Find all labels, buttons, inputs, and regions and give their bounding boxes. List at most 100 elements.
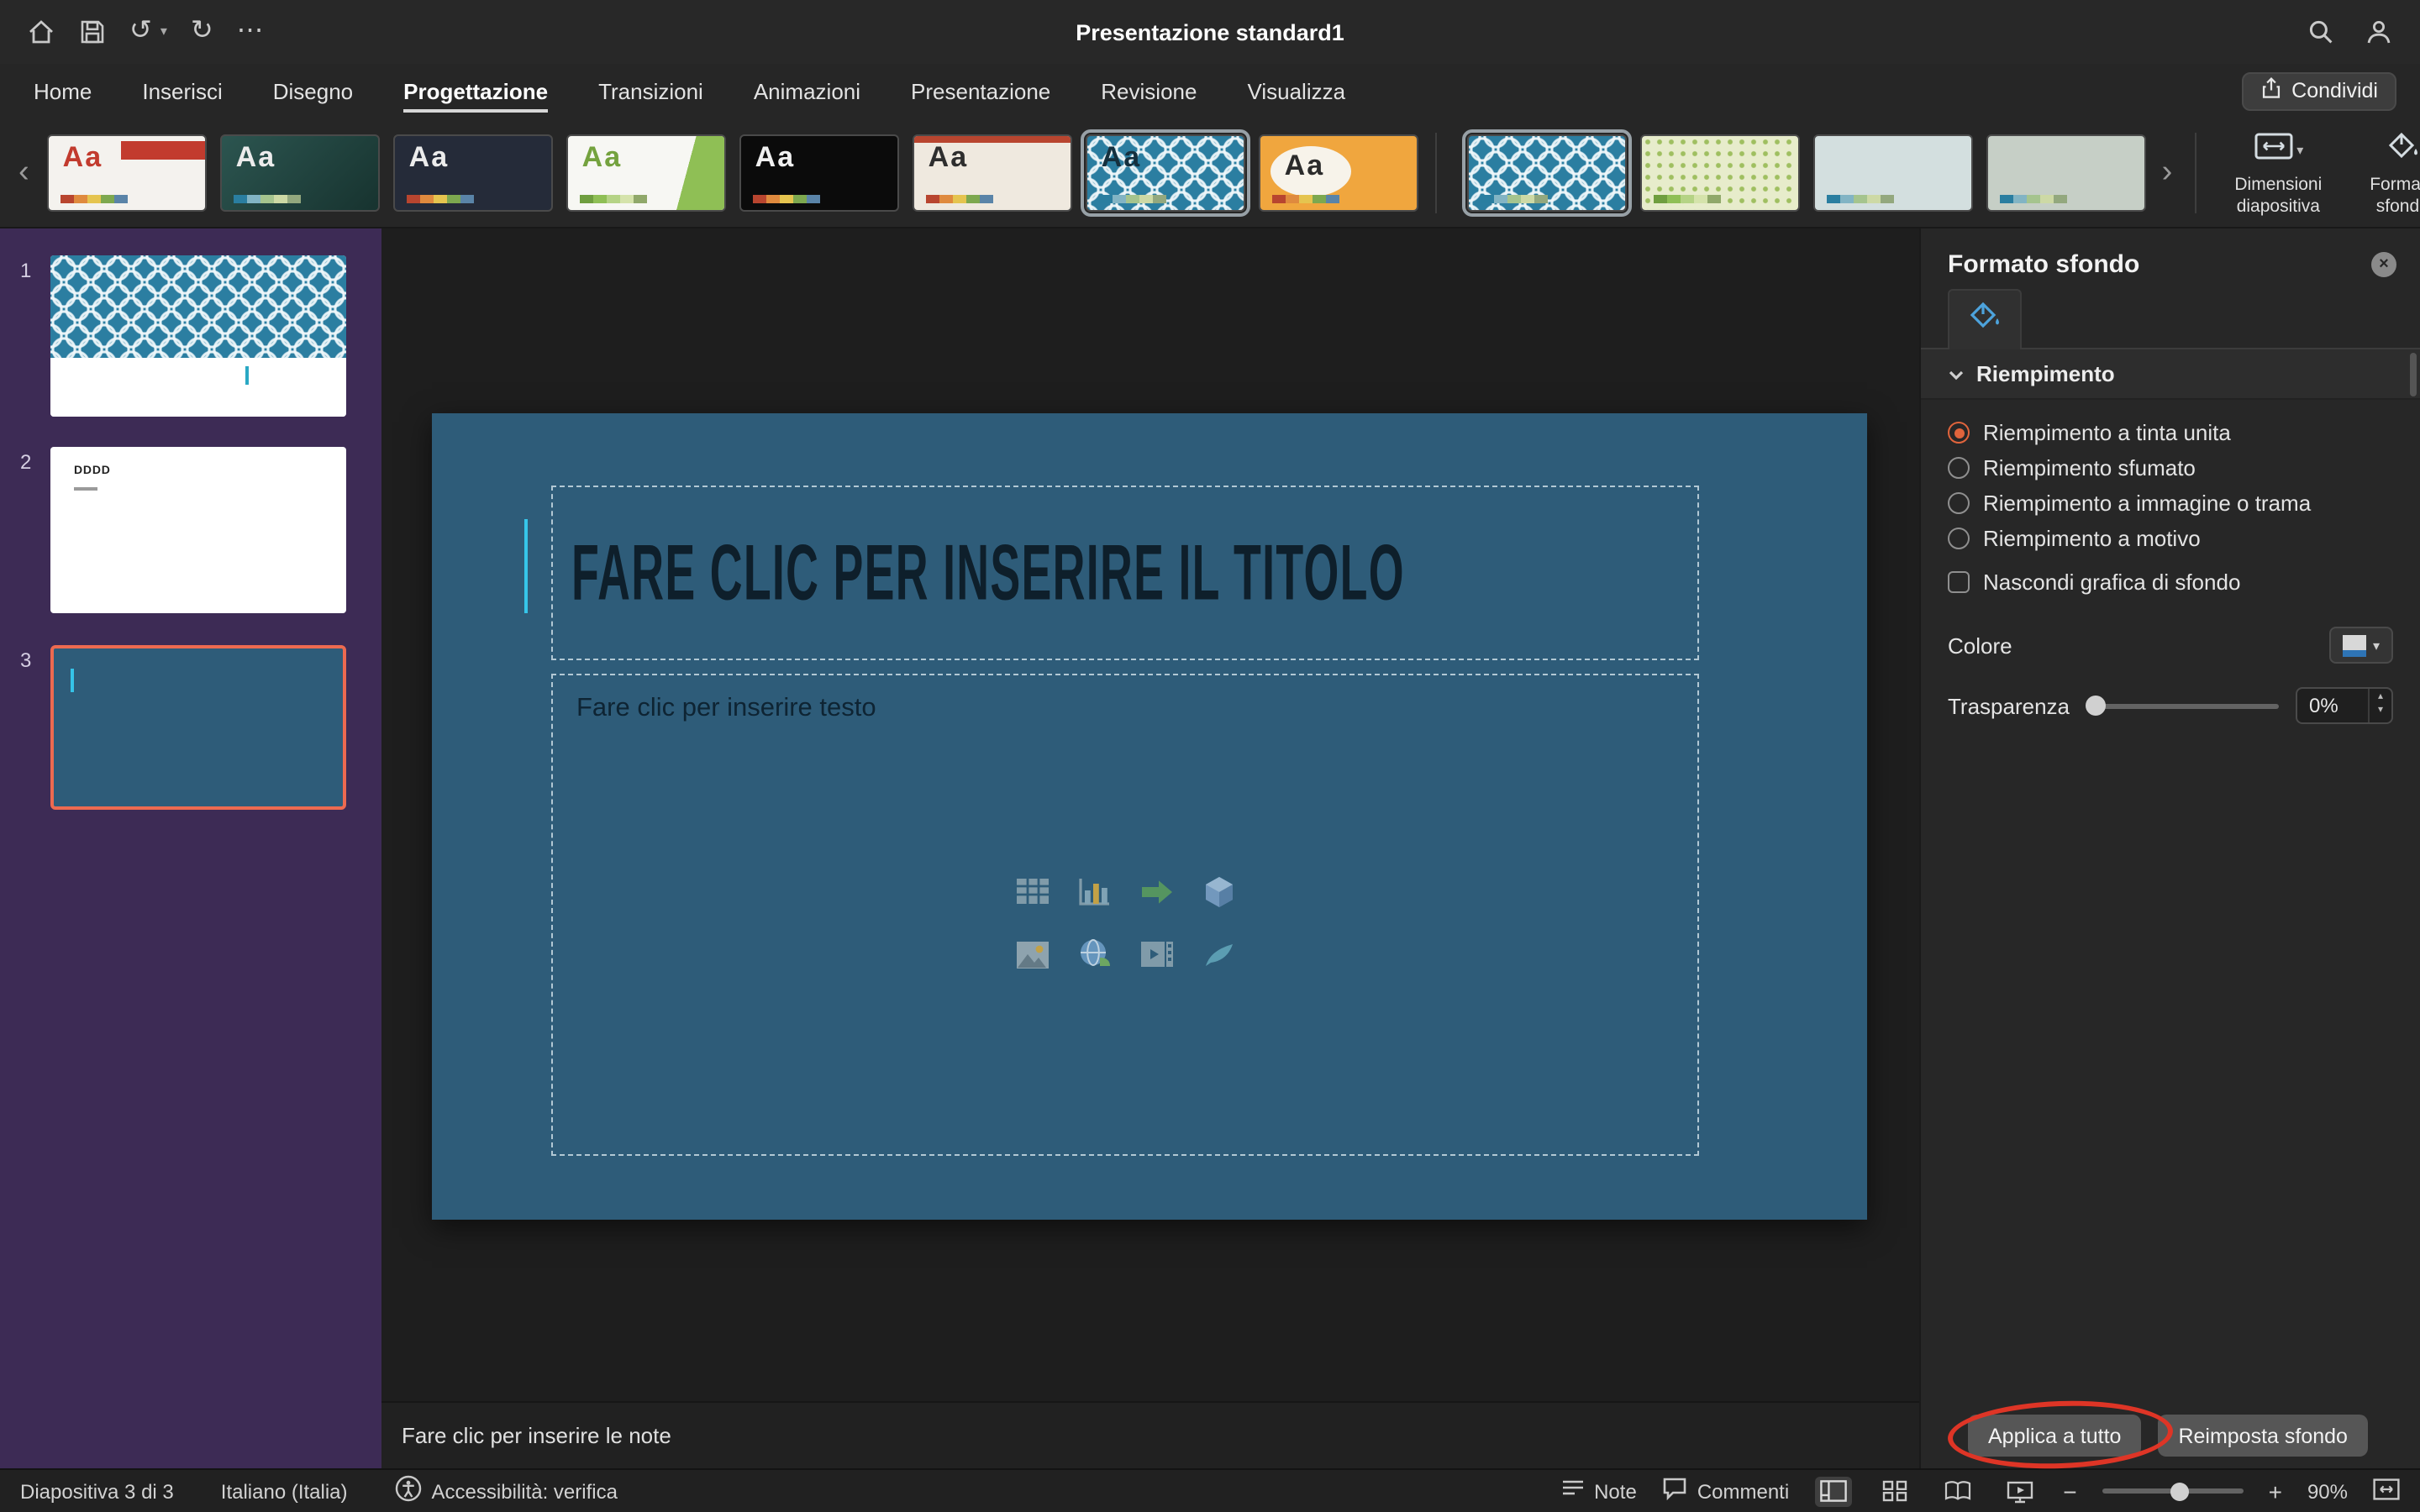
option-picture-fill[interactable]: Riempimento a immagine o trama xyxy=(1948,486,2393,521)
account-icon[interactable] xyxy=(2365,18,2393,45)
tab-progettazione[interactable]: Progettazione xyxy=(403,66,548,115)
gallery-scroll-right-icon[interactable]: › xyxy=(2157,154,2178,191)
reading-view-button[interactable] xyxy=(1939,1476,1975,1506)
insert-table-icon[interactable] xyxy=(1013,874,1050,911)
hide-background-graphics-checkbox[interactable]: Nascondi grafica di sfondo xyxy=(1948,564,2393,600)
fill-tab[interactable] xyxy=(1948,289,2022,349)
comments-icon xyxy=(1662,1477,1687,1505)
tab-presentazione[interactable]: Presentazione xyxy=(911,66,1050,115)
undo-icon[interactable]: ↺ xyxy=(129,18,152,45)
variant-thumbnail-1-selected[interactable] xyxy=(1468,134,1628,211)
theme-thumbnail-2[interactable]: Aa xyxy=(221,134,381,211)
zoom-slider[interactable] xyxy=(2102,1488,2244,1494)
notes-pane[interactable]: Fare clic per inserire le note xyxy=(381,1401,1919,1468)
slide-2-thumbnail[interactable]: DDDD xyxy=(50,447,346,613)
transparency-slider[interactable] xyxy=(2086,703,2279,708)
panel-scrollbar[interactable] xyxy=(2410,353,2417,396)
fit-slide-button[interactable] xyxy=(2373,1478,2400,1504)
gallery-scroll-left-icon[interactable]: ‹ xyxy=(13,154,34,191)
spin-up-icon[interactable]: ▴ xyxy=(2378,692,2383,706)
share-label: Condividi xyxy=(2291,79,2378,102)
insert-video-icon[interactable] xyxy=(1138,936,1175,973)
tab-animazioni[interactable]: Animazioni xyxy=(754,66,860,115)
home-icon[interactable] xyxy=(27,18,55,45)
option-gradient-fill[interactable]: Riempimento sfumato xyxy=(1948,450,2393,486)
language-indicator[interactable]: Italiano (Italia) xyxy=(221,1479,348,1503)
close-panel-icon[interactable]: × xyxy=(2371,252,2396,277)
zoom-slider-thumb[interactable] xyxy=(2170,1482,2189,1500)
fill-section-label: Riempimento xyxy=(1976,361,2115,386)
tab-visualizza[interactable]: Visualizza xyxy=(1247,66,1345,115)
zoom-out-button[interactable]: − xyxy=(2063,1478,2076,1504)
save-icon[interactable] xyxy=(79,18,106,45)
variant-thumbnail-2[interactable] xyxy=(1641,134,1801,211)
theme-thumbnail-1[interactable]: Aa xyxy=(48,134,208,211)
reset-background-button[interactable]: Reimposta sfondo xyxy=(2158,1415,2368,1457)
slide-1-thumbnail[interactable] xyxy=(50,255,346,417)
slide-size-icon xyxy=(2253,129,2293,171)
panel-footer-buttons: Applica a tutto Reimposta sfondo xyxy=(1921,1415,2420,1468)
normal-view-button[interactable] xyxy=(1814,1476,1851,1506)
theme-thumbnail-7-selected[interactable]: Aa xyxy=(1086,134,1246,211)
titlebar: ↺ ▾ ↻ ⋯ Presentazione standard1 xyxy=(0,0,2420,64)
insert-stock-icon[interactable] xyxy=(1200,936,1237,973)
text-cursor xyxy=(245,367,249,386)
notes-icon xyxy=(1560,1478,1584,1504)
slideshow-view-button[interactable] xyxy=(2001,1476,2038,1506)
spinner-arrows[interactable]: ▴▾ xyxy=(2368,689,2391,722)
undo-menu-chevron-icon[interactable]: ▾ xyxy=(160,25,167,39)
color-row: Colore ▾ xyxy=(1921,623,2420,667)
slide-counter: Diapositiva 3 di 3 xyxy=(20,1479,174,1503)
theme-thumbnail-5[interactable]: Aa xyxy=(740,134,900,211)
content-placeholder[interactable]: Fare clic per inserire testo xyxy=(551,674,1699,1156)
insert-3d-model-icon[interactable] xyxy=(1200,874,1237,911)
fill-color-dropdown[interactable]: ▾ xyxy=(2329,627,2393,664)
variant-thumbnail-4[interactable] xyxy=(1987,134,2147,211)
theme-thumbnail-3[interactable]: Aa xyxy=(394,134,554,211)
variant-thumbnail-3[interactable] xyxy=(1814,134,1974,211)
slide-editing-surface[interactable]: FARE CLIC PER INSERIRE IL TITOLO Fare cl… xyxy=(432,413,1867,1220)
apply-to-all-button[interactable]: Applica a tutto xyxy=(1968,1415,2141,1457)
tab-home[interactable]: Home xyxy=(34,66,92,115)
insert-smartart-icon[interactable] xyxy=(1138,874,1175,911)
slide-3-thumbnail-selected[interactable] xyxy=(50,645,346,810)
theme-color-strip xyxy=(61,194,129,202)
theme-color-strip xyxy=(1273,194,1340,202)
slide-size-button[interactable]: ▾ Dimensioni diapositiva xyxy=(2219,129,2337,216)
zoom-in-button[interactable]: + xyxy=(2269,1478,2282,1504)
theme-thumbnail-8[interactable]: Aa xyxy=(1260,134,1419,211)
transparency-spinner[interactable]: 0% ▴▾ xyxy=(2296,687,2393,724)
tab-disegno[interactable]: Disegno xyxy=(273,66,353,115)
variant-color-strip xyxy=(1655,194,1722,202)
accessibility-check[interactable]: Accessibilità: verifica xyxy=(395,1475,618,1507)
slide-3-number: 3 xyxy=(20,648,31,672)
insert-picture-icon[interactable] xyxy=(1013,936,1050,973)
insert-chart-icon[interactable] xyxy=(1076,874,1113,911)
zoom-level[interactable]: 90% xyxy=(2307,1479,2348,1503)
slide-sorter-view-button[interactable] xyxy=(1876,1476,1913,1506)
fill-section-header[interactable]: Riempimento xyxy=(1921,349,2420,400)
slider-thumb[interactable] xyxy=(2086,696,2106,716)
notes-toggle[interactable]: Note xyxy=(1560,1478,1637,1504)
more-commands-icon[interactable]: ⋯ xyxy=(237,18,264,45)
spin-down-icon[interactable]: ▾ xyxy=(2378,706,2383,719)
theme-thumbnail-4[interactable]: Aa xyxy=(567,134,727,211)
workspace: 1 2 DDDD 3 FARE CLIC PER INSERIRE IL TIT… xyxy=(0,228,2420,1468)
tab-inserisci[interactable]: Inserisci xyxy=(142,66,222,115)
search-icon[interactable] xyxy=(2307,18,2334,45)
comments-toggle[interactable]: Commenti xyxy=(1662,1477,1789,1505)
tab-revisione[interactable]: Revisione xyxy=(1101,66,1197,115)
body-placeholder-text: Fare clic per inserire testo xyxy=(576,694,876,724)
option-solid-fill[interactable]: Riempimento a tinta unita xyxy=(1948,415,2393,450)
insert-online-picture-icon[interactable] xyxy=(1076,936,1113,973)
theme-thumbnail-6[interactable]: Aa xyxy=(913,134,1073,211)
title-placeholder[interactable]: FARE CLIC PER INSERIRE IL TITOLO xyxy=(551,486,1699,660)
share-button[interactable]: Condividi xyxy=(2241,71,2396,110)
redo-icon[interactable]: ↻ xyxy=(191,18,213,45)
slide-1-title-area xyxy=(50,359,346,417)
tab-transizioni[interactable]: Transizioni xyxy=(598,66,703,115)
format-background-button[interactable]: Formato sfondo xyxy=(2344,129,2420,216)
slide-1-pattern-area xyxy=(50,255,346,359)
transparency-row: Trasparenza 0% ▴▾ xyxy=(1921,684,2420,727)
option-pattern-fill[interactable]: Riempimento a motivo xyxy=(1948,521,2393,556)
